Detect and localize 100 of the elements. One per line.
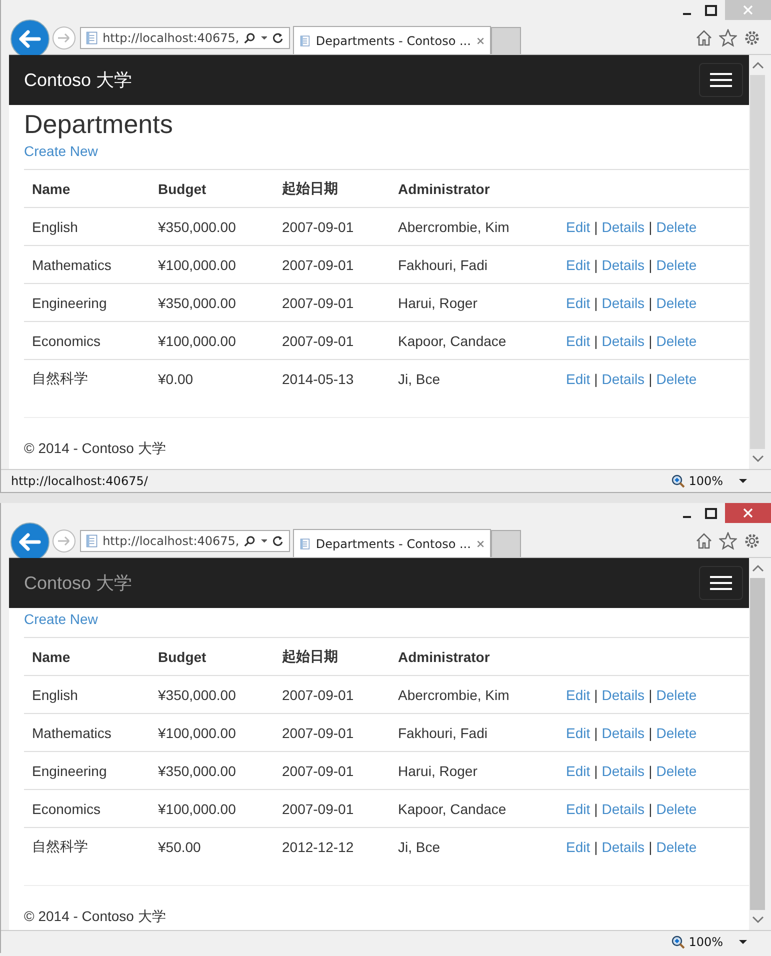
table-cell: 2007-09-01 <box>274 322 390 360</box>
table-cell: Fakhouri, Fadi <box>390 246 558 284</box>
tab-title: Departments - Contoso ... <box>316 34 471 48</box>
action-link[interactable]: Edit <box>566 686 590 702</box>
column-header: 起始日期 <box>274 638 390 676</box>
table-cell: Kapoor, Candace <box>390 322 558 360</box>
action-link[interactable]: Details <box>602 686 645 702</box>
separator: | <box>648 838 652 854</box>
column-header: Name <box>24 638 150 676</box>
column-header: Name <box>24 170 150 208</box>
home-icon[interactable] <box>695 29 713 47</box>
action-link[interactable]: Delete <box>656 370 697 386</box>
search-icon[interactable] <box>244 31 256 45</box>
table-cell: 2007-09-01 <box>274 676 390 714</box>
address-bar[interactable]: http://localhost:40675, <box>80 530 290 552</box>
action-link[interactable]: Details <box>602 256 645 272</box>
separator: | <box>648 218 652 234</box>
action-link[interactable]: Details <box>602 762 645 778</box>
action-link[interactable]: Details <box>602 332 645 348</box>
separator: | <box>594 724 598 740</box>
page-icon <box>300 32 310 48</box>
action-link[interactable]: Edit <box>566 762 590 778</box>
scrollbar-thumb[interactable] <box>750 75 765 449</box>
action-link[interactable]: Details <box>602 724 645 740</box>
settings-icon[interactable] <box>743 532 761 550</box>
table-cell: ¥350,000.00 <box>150 284 274 322</box>
brand-link[interactable]: Contoso 大学 <box>24 68 132 92</box>
action-link[interactable]: Delete <box>656 686 697 702</box>
action-link[interactable]: Edit <box>566 256 590 272</box>
browser-tab[interactable]: Departments - Contoso ... <box>293 529 491 557</box>
create-new-link[interactable]: Create New <box>24 143 98 159</box>
action-link[interactable]: Edit <box>566 332 590 348</box>
action-link[interactable]: Edit <box>566 724 590 740</box>
address-bar[interactable]: http://localhost:40675, <box>80 27 290 49</box>
dropdown-icon[interactable] <box>260 35 268 41</box>
table-cell: ¥350,000.00 <box>150 676 274 714</box>
menu-icon[interactable] <box>710 72 732 88</box>
table-cell: ¥100,000.00 <box>150 246 274 284</box>
refresh-icon[interactable] <box>272 31 284 45</box>
dropdown-icon[interactable] <box>739 939 747 945</box>
action-link[interactable]: Delete <box>656 332 697 348</box>
menu-icon[interactable] <box>710 575 732 591</box>
action-link[interactable]: Edit <box>566 800 590 816</box>
action-link[interactable]: Delete <box>656 724 697 740</box>
separator: | <box>594 686 598 702</box>
action-link[interactable]: Delete <box>656 800 697 816</box>
action-link[interactable]: Delete <box>656 762 697 778</box>
scroll-up-icon[interactable] <box>752 564 764 572</box>
action-link[interactable]: Delete <box>656 838 697 854</box>
brand-link[interactable]: Contoso 大学 <box>24 571 132 595</box>
close-icon[interactable] <box>476 36 484 46</box>
zoom-icon[interactable] <box>670 474 685 488</box>
refresh-icon[interactable] <box>272 534 284 548</box>
action-link[interactable]: Details <box>602 294 645 310</box>
action-link[interactable]: Edit <box>566 838 590 854</box>
zoom-icon[interactable] <box>670 935 685 949</box>
scroll-down-icon[interactable] <box>752 455 764 463</box>
action-link[interactable]: Details <box>602 370 645 386</box>
separator: | <box>594 838 598 854</box>
close-icon[interactable] <box>476 538 484 548</box>
menu-button[interactable] <box>699 566 743 600</box>
settings-icon[interactable] <box>743 29 761 47</box>
separator: | <box>648 724 652 740</box>
action-link[interactable]: Details <box>602 838 645 854</box>
menu-button[interactable] <box>699 63 743 97</box>
close-button[interactable] <box>725 503 771 523</box>
create-new-link[interactable]: Create New <box>24 611 98 627</box>
table-cell: Abercrombie, Kim <box>390 676 558 714</box>
footer-text: © 2014 - Contoso 大学 <box>24 908 167 926</box>
separator: | <box>594 370 598 386</box>
action-link[interactable]: Edit <box>566 370 590 386</box>
dropdown-icon[interactable] <box>260 538 268 544</box>
separator: | <box>648 332 652 348</box>
zoom-level[interactable]: 100% <box>688 935 723 949</box>
table-cell: Harui, Roger <box>390 284 558 322</box>
scroll-up-icon[interactable] <box>752 61 764 69</box>
column-header: 起始日期 <box>274 170 390 208</box>
table-cell: Kapoor, Candace <box>390 790 558 828</box>
star-icon[interactable] <box>719 532 737 550</box>
action-link[interactable]: Details <box>602 218 645 234</box>
table-cell: Mathematics <box>24 246 150 284</box>
action-link[interactable]: Details <box>602 800 645 816</box>
search-icon[interactable] <box>244 534 256 548</box>
browser-tab[interactable]: Departments - Contoso ... <box>293 26 491 54</box>
home-icon[interactable] <box>695 532 713 550</box>
action-link[interactable]: Delete <box>656 294 697 310</box>
action-link[interactable]: Edit <box>566 294 590 310</box>
tab-title: Departments - Contoso ... <box>316 536 471 550</box>
zoom-level[interactable]: 100% <box>688 474 723 488</box>
separator: | <box>594 256 598 272</box>
scrollbar-thumb[interactable] <box>750 578 765 910</box>
action-link[interactable]: Delete <box>656 218 697 234</box>
star-icon[interactable] <box>719 29 737 47</box>
column-header: Budget <box>150 638 274 676</box>
action-link[interactable]: Delete <box>656 256 697 272</box>
action-link[interactable]: Edit <box>566 218 590 234</box>
table-cell: English <box>24 208 150 246</box>
table-cell: Economics <box>24 790 150 828</box>
scroll-down-icon[interactable] <box>752 916 764 924</box>
dropdown-icon[interactable] <box>739 478 747 484</box>
